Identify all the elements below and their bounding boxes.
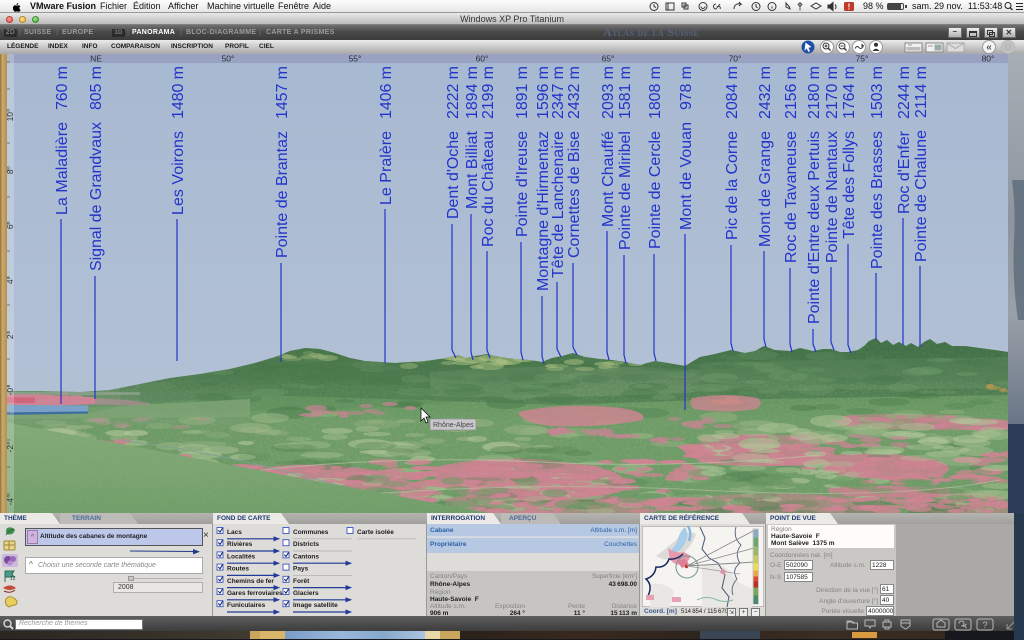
svg-text:10°: 10° [5, 109, 15, 122]
svg-text:Mont de Vouan: Mont de Vouan [678, 122, 695, 230]
svg-text:1503 m: 1503 m [869, 66, 886, 119]
svg-text:1406 m: 1406 m [378, 66, 395, 119]
svg-text:2084 m: 2084 m [724, 66, 741, 119]
svg-text:1808 m: 1808 m [647, 66, 664, 119]
svg-text:Tête de Lanchenaire: Tête de Lanchenaire [550, 131, 567, 278]
svg-text:Gares ferroviaires: Gares ferroviaires [227, 590, 283, 597]
svg-text:1457 m: 1457 m [274, 66, 291, 119]
svg-text:Roc de Tavaneuse: Roc de Tavaneuse [783, 131, 800, 263]
svg-text:2432 m: 2432 m [757, 66, 774, 119]
svg-text:978 m: 978 m [678, 66, 695, 110]
svg-text:Mont Billiat: Mont Billiat [464, 130, 481, 209]
svg-text:Pic de la Corne: Pic de la Corne [724, 131, 741, 240]
svg-text:?: ? [982, 620, 987, 630]
svg-text:6°: 6° [5, 221, 15, 229]
svg-text:60°: 60° [476, 54, 489, 64]
svg-text:Image satellite: Image satellite [293, 602, 338, 609]
svg-text:Localités: Localités [227, 553, 256, 560]
svg-text:Mont Chauffé: Mont Chauffé [600, 131, 617, 227]
svg-text:4°: 4° [5, 276, 15, 284]
svg-text:Signal de Grandvaux: Signal de Grandvaux [88, 122, 105, 271]
svg-text:Roc d'Enfer: Roc d'Enfer [896, 130, 913, 214]
svg-text:Pointe de Chalune: Pointe de Chalune [913, 130, 930, 262]
svg-text:2114 m: 2114 m [913, 66, 930, 118]
svg-text:Glaciers: Glaciers [293, 590, 319, 597]
svg-text:80°: 80° [982, 54, 995, 64]
svg-text:Roc du Château: Roc du Château [480, 131, 497, 247]
svg-text:2170 m: 2170 m [824, 66, 841, 119]
svg-text:2180 m: 2180 m [806, 66, 823, 119]
svg-text:Pointe des Brasses: Pointe des Brasses [869, 131, 886, 269]
svg-text:Pointe de Cercle: Pointe de Cercle [647, 131, 664, 249]
svg-text:2156 m: 2156 m [783, 66, 800, 119]
svg-text:◎: ◎ [1004, 42, 1013, 53]
svg-text:1480 m: 1480 m [170, 66, 187, 119]
svg-text:2432 m: 2432 m [566, 66, 583, 119]
svg-text:Pointe d'Ireuse: Pointe d'Ireuse [514, 131, 531, 237]
svg-text:1764 m: 1764 m [841, 66, 858, 119]
svg-text:2244 m: 2244 m [896, 66, 913, 119]
svg-text:1581 m: 1581 m [617, 66, 634, 119]
svg-text:70°: 70° [729, 54, 742, 64]
svg-text:8°: 8° [5, 166, 15, 174]
svg-text:1894 m: 1894 m [464, 66, 481, 119]
svg-text:2°: 2° [5, 331, 15, 339]
svg-text:NE: NE [90, 54, 102, 64]
svg-text:Pointe de Miribel: Pointe de Miribel [617, 131, 634, 250]
svg-text:-2°: -2° [5, 442, 15, 453]
svg-text:Rhône-Alpes: Rhône-Alpes [433, 422, 474, 429]
svg-text:1891 m: 1891 m [514, 66, 531, 119]
svg-text:Pointe d'Entre deux Pertuis: Pointe d'Entre deux Pertuis [806, 131, 823, 324]
svg-text:2093 m: 2093 m [600, 66, 617, 119]
svg-text:La Maladière: La Maladière [54, 122, 71, 215]
svg-text:55°: 55° [349, 54, 362, 64]
svg-text:75°: 75° [856, 54, 869, 64]
svg-text:!: ! [848, 3, 851, 12]
svg-text:Les Voirons: Les Voirons [170, 131, 187, 215]
svg-text:Routes: Routes [227, 566, 249, 573]
svg-text:-0°: -0° [5, 385, 15, 396]
svg-text:2347 m: 2347 m [550, 66, 567, 119]
svg-text:Pointe de Brantaz: Pointe de Brantaz [274, 131, 291, 258]
svg-text:Pays: Pays [293, 566, 309, 573]
svg-text:-4°: -4° [5, 495, 15, 506]
svg-text:2222 m: 2222 m [445, 66, 462, 119]
svg-text:«: « [986, 42, 992, 53]
svg-text:50°: 50° [222, 54, 235, 64]
svg-text:Mont de Grange: Mont de Grange [757, 131, 774, 247]
svg-text:Cantons: Cantons [293, 553, 319, 560]
svg-text:Cornettes de Bise: Cornettes de Bise [566, 131, 583, 258]
svg-text:65°: 65° [602, 54, 615, 64]
svg-text:Funiculaires: Funiculaires [227, 602, 266, 609]
svg-text:760 m: 760 m [54, 66, 71, 110]
svg-text:2199 m: 2199 m [480, 66, 497, 119]
svg-text:Dent d'Oche: Dent d'Oche [445, 131, 462, 219]
svg-text:Tête des Follys: Tête des Follys [841, 131, 858, 239]
svg-text:Le Pralère: Le Pralère [378, 131, 395, 205]
svg-text:805 m: 805 m [88, 66, 105, 110]
svg-text:Pointe de Nantaux: Pointe de Nantaux [824, 131, 841, 263]
